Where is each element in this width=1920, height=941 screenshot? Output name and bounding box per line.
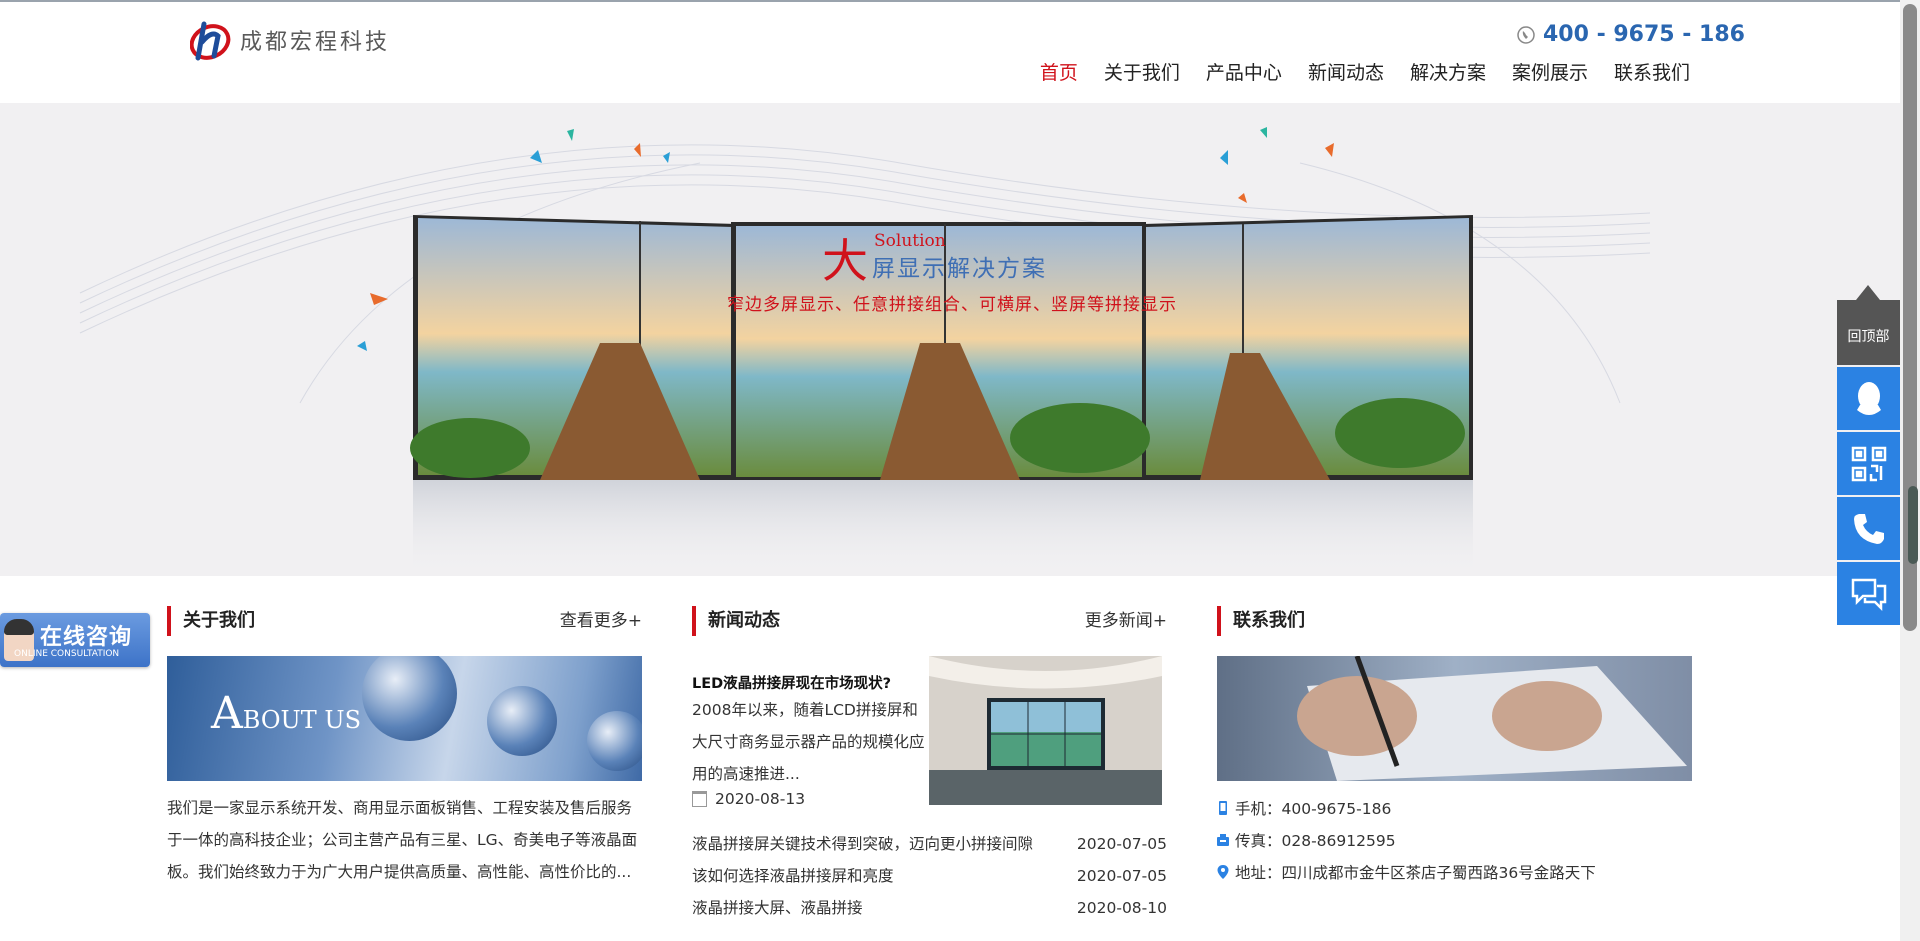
contact-mobile: 手机：400-9675-186 <box>1217 792 1596 824</box>
globe-graphic <box>362 656 457 741</box>
news-item-date: 2020-08-10 <box>1076 899 1167 917</box>
news-item-title: 液晶拼接大屏、液晶拼接 <box>692 899 863 917</box>
contact-list: 手机：400-9675-186 传真：028-86912595 地址：四川成都市… <box>1217 792 1596 888</box>
about-header: 关于我们 查看更多+ <box>167 606 642 636</box>
featured-news: LED液晶拼接屏现在市场现状? 2008年以来，随着LCD拼接屏和大尺寸商务显示… <box>692 674 932 790</box>
contact-section: 联系我们 手机：400-9675-186 传真：028-86912595 地址：… <box>1217 606 1692 882</box>
contact-image <box>1217 656 1692 781</box>
news-title: 新闻动态 <box>708 610 780 631</box>
news-list: 液晶拼接屏关键技术得到突破，迈向更小拼接间隙 2020-07-05 该如何选择液… <box>692 828 1167 924</box>
back-to-top-button[interactable]: 回顶部 <box>1837 285 1900 365</box>
contact-fax-text: 传真：028-86912595 <box>1235 832 1396 850</box>
news-section: 新闻动态 更多新闻+ LED液晶拼接屏现在市场现状? 2008年以来，随着LCD… <box>692 606 1167 917</box>
news-item-date: 2020-07-05 <box>1076 867 1167 885</box>
back-to-top-label: 回顶部 <box>1847 329 1890 345</box>
banner-title-solution: Solution <box>874 231 946 251</box>
hotline: 400 - 9675 - 186 <box>1517 22 1745 47</box>
news-item-title: 液晶拼接屏关键技术得到突破，迈向更小拼接间隙 <box>692 835 1034 853</box>
about-section: 关于我们 查看更多+ ABOUT US 我们是一家显示系统开发、商用显示面板销售… <box>167 606 642 881</box>
nav-solutions[interactable]: 解决方案 <box>1410 58 1486 85</box>
nav-about[interactable]: 关于我们 <box>1104 58 1180 85</box>
nav-products[interactable]: 产品中心 <box>1206 58 1282 85</box>
floating-toolbar: 回顶部 <box>1837 285 1900 625</box>
qq-button[interactable] <box>1837 367 1900 430</box>
news-list-item[interactable]: 该如何选择液晶拼接屏和亮度 2020-07-05 <box>692 860 1167 892</box>
handwriting-photo <box>1297 656 1687 781</box>
chat-button[interactable] <box>1837 562 1900 625</box>
banner-subtitle: 窄边多屏显示、任意拼接组合、可横屏、竖屏等拼接显示 <box>727 295 1177 315</box>
featured-news-date-text: 2020-08-13 <box>715 790 806 808</box>
news-item-date: 2020-07-05 <box>1076 835 1167 853</box>
featured-news-date: 2020-08-13 <box>692 790 805 808</box>
globe-graphic <box>587 711 642 771</box>
consult-subtitle: ONLINE CONSULTATION <box>14 649 120 659</box>
logo-mark-icon <box>190 21 231 61</box>
video-wall-photo <box>929 656 1162 805</box>
nav-news[interactable]: 新闻动态 <box>1308 58 1384 85</box>
main-nav: 首页 关于我们 产品中心 新闻动态 解决方案 案例展示 联系我们 <box>1040 58 1690 85</box>
consult-title: 在线咨询 <box>40 625 133 650</box>
contact-title: 联系我们 <box>1233 610 1305 631</box>
hotline-number: 400 - 9675 - 186 <box>1543 22 1745 47</box>
chat-icon <box>1851 578 1886 611</box>
qq-icon <box>1856 381 1881 415</box>
page-scrollbar[interactable] <box>1900 0 1920 941</box>
featured-news-title[interactable]: LED液晶拼接屏现在市场现状? <box>692 674 932 694</box>
about-image[interactable]: ABOUT US <box>167 656 642 781</box>
scrollbar-handle[interactable] <box>1908 486 1918 564</box>
news-more-link[interactable]: 更多新闻+ <box>1085 606 1167 636</box>
banner-artwork <box>79 127 1651 576</box>
globe-graphic <box>487 686 557 756</box>
contact-fax: 传真：028-86912595 <box>1217 824 1596 856</box>
nav-home[interactable]: 首页 <box>1040 58 1078 85</box>
about-more-link[interactable]: 查看更多+ <box>560 606 642 636</box>
location-pin-icon <box>1217 865 1229 879</box>
logo[interactable]: 成都宏程科技 <box>190 18 390 62</box>
online-consult-button[interactable]: 在线咨询 ONLINE CONSULTATION <box>0 613 150 667</box>
nav-cases[interactable]: 案例展示 <box>1512 58 1588 85</box>
contact-header: 联系我们 <box>1217 606 1692 636</box>
news-header: 新闻动态 更多新闻+ <box>692 606 1167 636</box>
hero-banner[interactable]: 大 Solution 屏显示解决方案 窄边多屏显示、任意拼接组合、可横屏、竖屏等… <box>0 103 1900 576</box>
about-image-text: ABOUT US <box>211 688 361 739</box>
mobile-icon <box>1219 801 1227 815</box>
contact-address: 地址：四川成都市金牛区茶店子蜀西路36号金路天下 <box>1217 856 1596 888</box>
phone-call-button[interactable] <box>1837 497 1900 560</box>
qrcode-button[interactable] <box>1837 432 1900 495</box>
featured-news-summary: 2008年以来，随着LCD拼接屏和大尺寸商务显示器产品的规模化应用的高速推进..… <box>692 701 925 783</box>
news-item-title: 该如何选择液晶拼接屏和亮度 <box>692 867 894 885</box>
about-image-text-rest: BOUT US <box>242 706 362 734</box>
logo-text: 成都宏程科技 <box>240 30 391 55</box>
about-image-text-big: A <box>211 688 243 739</box>
about-text: 我们是一家显示系统开发、商用显示面板销售、工程安装及售后服务于一体的高科技企业；… <box>167 799 638 881</box>
phone-icon <box>1853 513 1884 544</box>
site-header: 成都宏程科技 400 - 9675 - 186 首页 关于我们 产品中心 新闻动… <box>0 2 1900 102</box>
about-title: 关于我们 <box>183 610 255 631</box>
featured-news-image[interactable] <box>929 656 1162 805</box>
fax-icon <box>1217 834 1229 846</box>
contact-address-text: 地址：四川成都市金牛区茶店子蜀西路36号金路天下 <box>1235 864 1596 882</box>
news-list-item[interactable]: 液晶拼接大屏、液晶拼接 2020-08-10 <box>692 892 1167 924</box>
banner-title-rest: 屏显示解决方案 <box>872 256 1047 282</box>
qrcode-icon <box>1851 446 1886 481</box>
contact-mobile-text: 手机：400-9675-186 <box>1235 800 1392 818</box>
banner-title-big: 大 <box>822 234 868 288</box>
nav-contact[interactable]: 联系我们 <box>1614 58 1690 85</box>
calendar-icon <box>692 791 707 807</box>
phone-icon <box>1517 25 1535 44</box>
news-list-item[interactable]: 液晶拼接屏关键技术得到突破，迈向更小拼接间隙 2020-07-05 <box>692 828 1167 860</box>
